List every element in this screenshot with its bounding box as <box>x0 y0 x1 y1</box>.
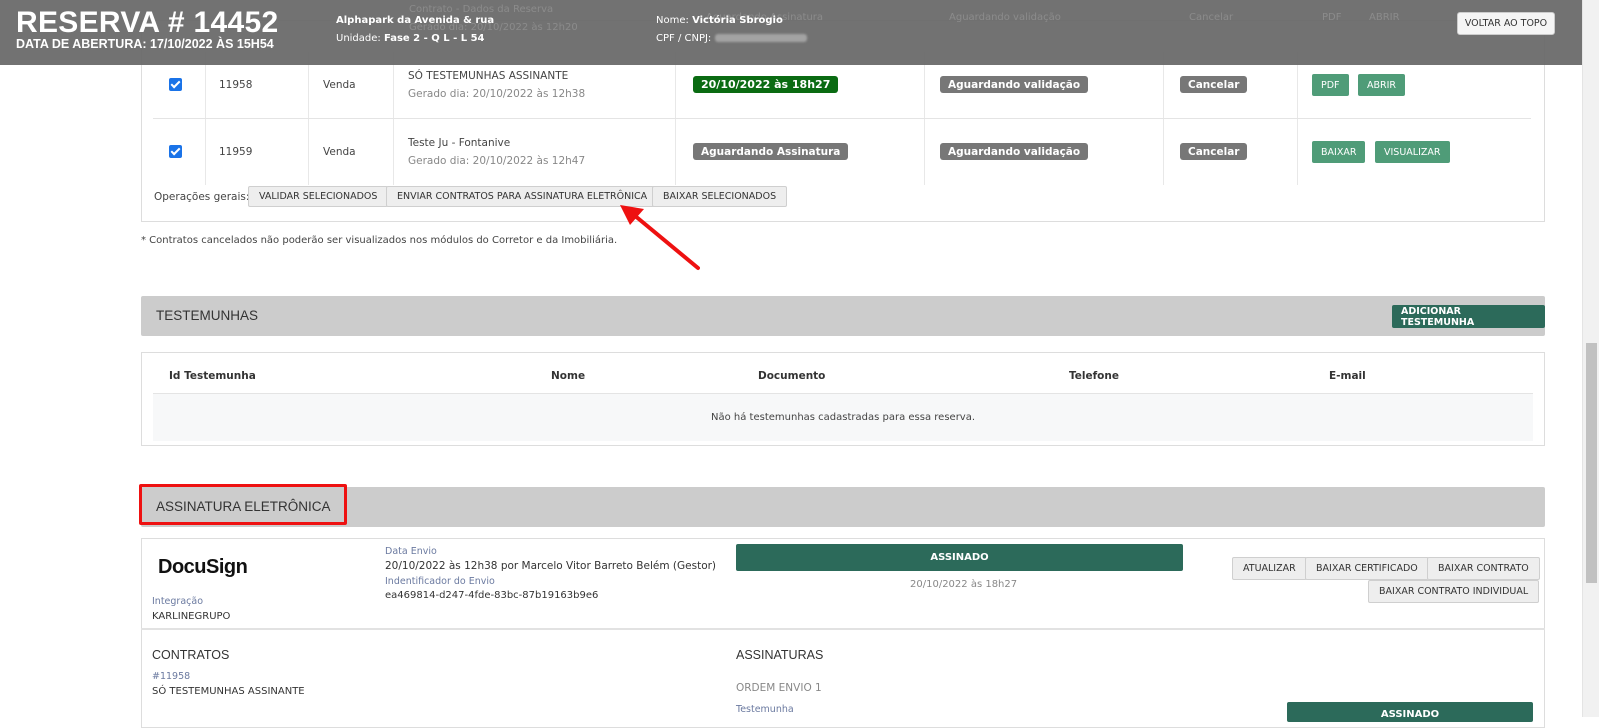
cancelled-note: * Contratos cancelados não poderão ser v… <box>141 235 618 246</box>
client-document: CPF / CNPJ: <box>656 33 808 44</box>
testemunhas-section-header: TESTEMUNHAS ADICIONAR TESTEMUNHA <box>141 296 1545 336</box>
cancel-button[interactable]: Cancelar <box>1180 76 1248 93</box>
ghost-pdf: PDF <box>1322 12 1342 23</box>
contract-description: Teste Ju - Fontanive <box>408 137 511 149</box>
contract-id: 11959 <box>219 146 253 158</box>
annotation-arrow <box>620 205 700 270</box>
send-date-value: 20/10/2022 às 12h38 por Marcelo Vitor Ba… <box>385 560 717 572</box>
empty-message: Não há testemunhas cadastradas para essa… <box>711 412 976 423</box>
validate-selected-button[interactable]: VALIDAR SELECIONADOS <box>248 186 389 207</box>
vertical-scrollbar[interactable] <box>1582 0 1599 717</box>
operations-label: Operações gerais: <box>154 191 250 203</box>
status-badge: Aguardando Assinatura <box>693 143 849 160</box>
signer-role: Testemunha <box>736 704 794 715</box>
sticky-header: Contrato - Dados da Reserva Gerado dia: … <box>0 0 1582 65</box>
baixar-button[interactable]: BAIXAR <box>1312 141 1366 163</box>
ghost-abrir: ABRIR <box>1369 12 1400 23</box>
reservation-title: RESERVA # 14452 <box>16 6 279 39</box>
col-email: E-mail <box>1329 370 1366 382</box>
contract-description: SÓ TESTEMUNHAS ASSINANTE <box>408 70 569 82</box>
envelope-status-date: 20/10/2022 às 18h27 <box>910 579 1018 590</box>
row-checkbox[interactable] <box>169 78 182 91</box>
envelope-status-bar: ASSINADO <box>736 544 1183 571</box>
col-id-testemunha: Id Testemunha <box>169 370 256 382</box>
page-content: 11958 Venda SÓ TESTEMUNHAS ASSINANTE Ger… <box>0 0 1582 728</box>
integration-value: KARLINEGRUPO <box>152 611 231 622</box>
integration-label: Integração <box>152 596 204 607</box>
col-nome: Nome <box>551 370 586 382</box>
contract-name: SÓ TESTEMUNHAS ASSINANTE <box>152 686 305 697</box>
envelope-id-value: ea469814-d247-4fde-83bc-87b19163b9e6 <box>385 590 599 601</box>
docusign-logo: DocuSign <box>158 556 248 578</box>
send-order: ORDEM ENVIO 1 <box>736 682 822 694</box>
scrollbar-thumb[interactable] <box>1586 343 1597 583</box>
contract-link[interactable]: #11958 <box>152 671 190 682</box>
assinaturas-title: ASSINATURAS <box>736 648 824 662</box>
signer-status-bar: ASSINADO <box>1287 702 1533 722</box>
visualizar-button[interactable]: VISUALIZAR <box>1375 141 1450 163</box>
contract-type: Venda <box>323 146 356 158</box>
download-selected-button[interactable]: BAIXAR SELECIONADOS <box>652 186 788 207</box>
download-certificate-button[interactable]: BAIXAR CERTIFICADO <box>1305 557 1429 580</box>
client-name: Nome: Victória Sbrogio <box>656 15 783 26</box>
validation-badge: Aguardando validação <box>940 76 1089 93</box>
annotation-highlight-box <box>139 484 347 525</box>
download-individual-contract-button[interactable]: BAIXAR CONTRATO INDIVIDUAL <box>1368 580 1540 603</box>
download-contract-button[interactable]: BAIXAR CONTRATO <box>1427 557 1540 580</box>
assinatura-section-header: ASSINATURA ELETRÔNICA <box>141 487 1545 527</box>
contract-generated: Gerado dia: 20/10/2022 às 12h38 <box>408 88 586 100</box>
col-telefone: Telefone <box>1069 370 1119 382</box>
signed-date-badge: 20/10/2022 às 18h27 <box>693 76 839 93</box>
validation-badge: Aguardando validação <box>940 143 1089 160</box>
refresh-button[interactable]: ATUALIZAR <box>1232 557 1307 580</box>
contratos-title: CONTRATOS <box>152 648 230 662</box>
cancel-button[interactable]: Cancelar <box>1180 143 1248 160</box>
back-to-top-button[interactable]: VOLTAR AO TOPO <box>1457 12 1555 35</box>
section-title: TESTEMUNHAS <box>156 308 259 323</box>
contract-type: Venda <box>323 79 356 91</box>
ghost-description: Contrato - Dados da Reserva <box>409 4 554 15</box>
row-checkbox[interactable] <box>169 145 182 158</box>
send-date-label: Data Envio <box>385 546 437 557</box>
add-witness-button[interactable]: ADICIONAR TESTEMUNHA <box>1392 305 1545 328</box>
contract-row: 11959 Venda Teste Ju - Fontanive Gerado … <box>153 119 1531 185</box>
pdf-button[interactable]: PDF <box>1312 74 1349 96</box>
esign-divider <box>141 628 1545 630</box>
redacted-document <box>715 34 808 42</box>
development-name: Alphapark da Avenida & rua <box>336 15 495 26</box>
send-for-esignature-button[interactable]: ENVIAR CONTRATOS PARA ASSINATURA ELETRÔN… <box>386 186 659 207</box>
opening-date: DATA DE ABERTURA: 17/10/2022 ÀS 15H54 <box>16 37 274 51</box>
contract-id: 11958 <box>219 79 253 91</box>
ghost-cancel: Cancelar <box>1189 12 1234 23</box>
col-documento: Documento <box>758 370 826 382</box>
envelope-id-label: Indentificador do Envio <box>385 576 495 587</box>
ghost-validation: Aguardando validação <box>949 12 1061 23</box>
unit-info: Unidade: Fase 2 - Q L - L 54 <box>336 33 485 44</box>
contract-generated: Gerado dia: 20/10/2022 às 12h47 <box>408 155 586 167</box>
abrir-button[interactable]: ABRIR <box>1358 74 1406 96</box>
